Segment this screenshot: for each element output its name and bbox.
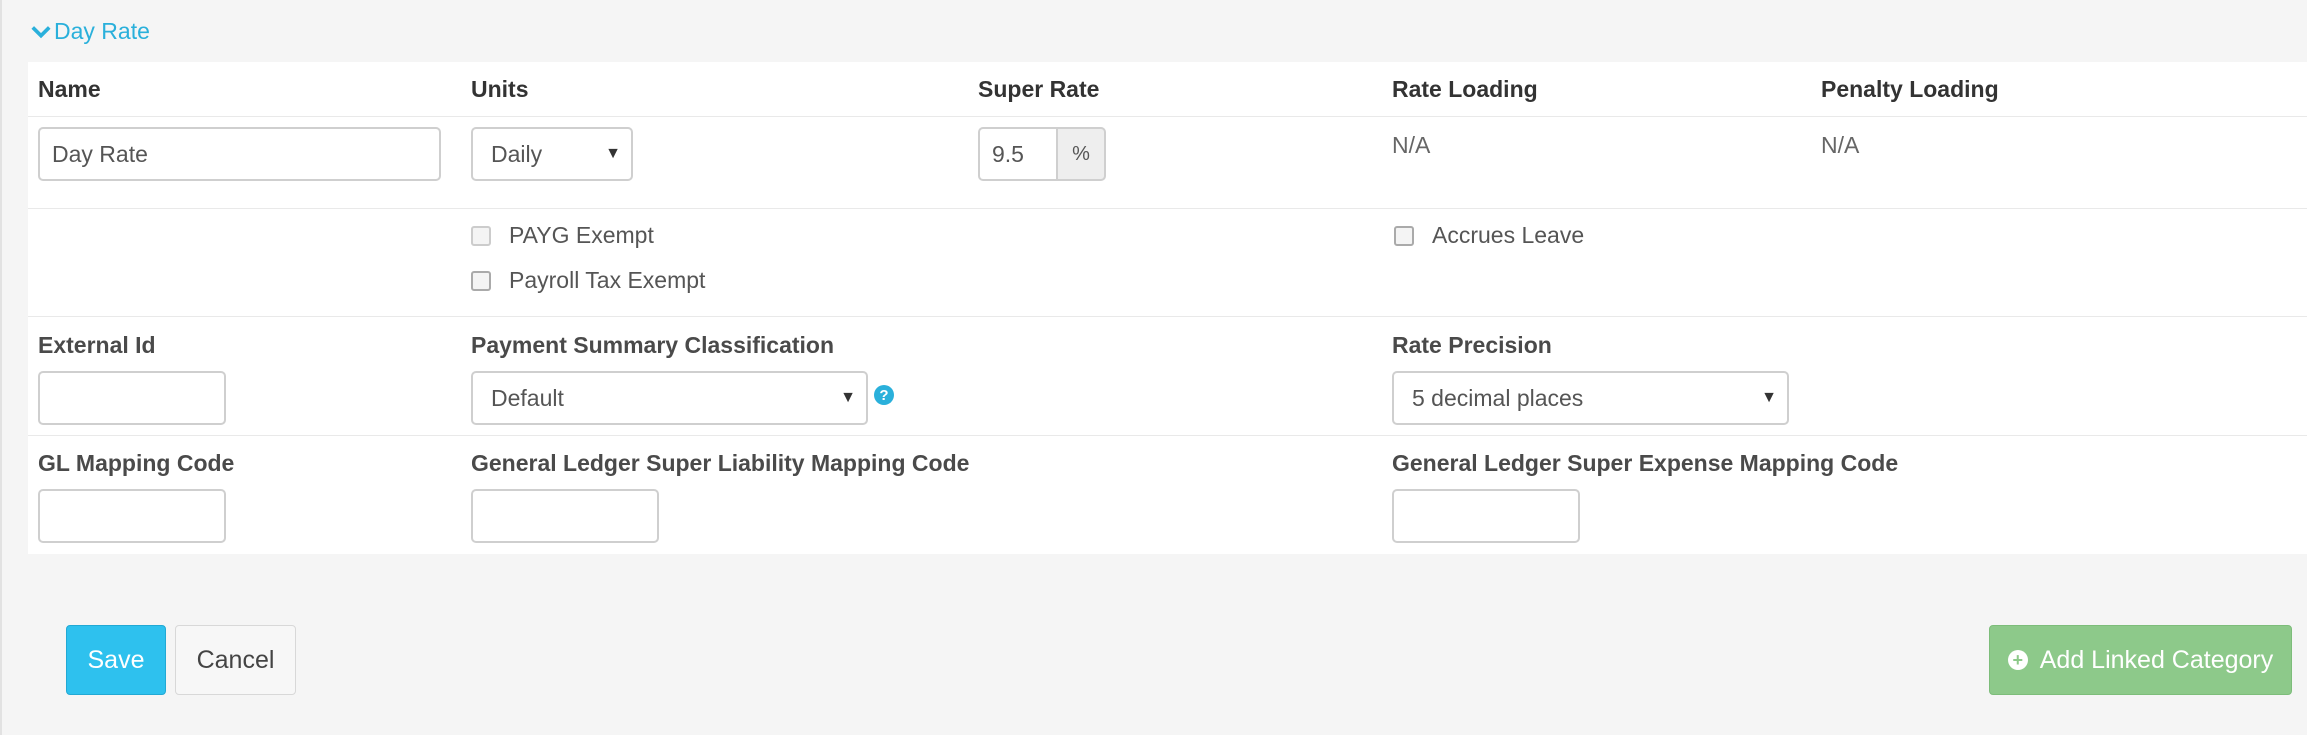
- divider: [28, 116, 2307, 117]
- dropdown-caret-icon: ▼: [1761, 389, 1777, 406]
- save-button[interactable]: Save: [66, 625, 166, 695]
- name-input[interactable]: [38, 127, 441, 181]
- rate-loading-value: N/A: [1392, 132, 1431, 158]
- payg-exempt-checkbox[interactable]: PAYG Exempt: [471, 222, 654, 249]
- accrues-leave-checkbox[interactable]: Accrues Leave: [1394, 222, 1584, 249]
- external-id-label: External Id: [38, 332, 156, 358]
- gl-super-expense-input[interactable]: [1392, 489, 1580, 543]
- payment-summary-selected-value: Default: [491, 384, 564, 411]
- accrues-leave-label: Accrues Leave: [1432, 222, 1585, 248]
- rate-precision-label: Rate Precision: [1392, 332, 1552, 358]
- percent-addon: %: [1056, 127, 1106, 181]
- section-toggle-day-rate[interactable]: Day Rate: [30, 18, 150, 45]
- gl-mapping-code-input[interactable]: [38, 489, 226, 543]
- gl-mapping-code-label: GL Mapping Code: [38, 450, 235, 476]
- add-linked-category-button[interactable]: + Add Linked Category: [1989, 625, 2292, 695]
- payg-exempt-label: PAYG Exempt: [509, 222, 654, 248]
- payroll-tax-exempt-checkbox[interactable]: Payroll Tax Exempt: [471, 267, 705, 294]
- divider: [28, 208, 2307, 209]
- checkbox-box: [471, 225, 491, 246]
- payment-summary-classification-label: Payment Summary Classification: [471, 332, 835, 358]
- rate-loading-column-header: Rate Loading: [1392, 76, 1538, 102]
- left-border: [0, 0, 2, 735]
- gl-super-liability-label: General Ledger Super Liability Mapping C…: [471, 450, 970, 476]
- plus-circle-icon: +: [2007, 650, 2028, 670]
- penalty-loading-column-header: Penalty Loading: [1821, 76, 1999, 102]
- payroll-tax-exempt-label: Payroll Tax Exempt: [509, 267, 706, 293]
- section-title: Day Rate: [54, 18, 150, 44]
- chevron-down-icon: [31, 25, 51, 38]
- checkbox-box: [1394, 225, 1414, 246]
- add-linked-category-label: Add Linked Category: [2039, 645, 2274, 674]
- units-column-header: Units: [471, 76, 529, 102]
- divider: [28, 316, 2307, 317]
- divider: [28, 435, 2307, 436]
- payment-summary-classification-select[interactable]: Default ▼: [471, 371, 868, 425]
- help-icon[interactable]: ?: [874, 385, 894, 405]
- dropdown-caret-icon: ▼: [605, 145, 621, 162]
- units-select[interactable]: Daily ▼: [471, 127, 633, 181]
- units-selected-value: Daily: [491, 140, 543, 167]
- external-id-input[interactable]: [38, 371, 226, 425]
- rate-precision-select[interactable]: 5 decimal places ▼: [1392, 371, 1789, 425]
- gl-super-liability-input[interactable]: [471, 489, 659, 543]
- cancel-button[interactable]: Cancel: [175, 625, 296, 695]
- dropdown-caret-icon: ▼: [840, 389, 856, 406]
- gl-super-expense-label: General Ledger Super Expense Mapping Cod…: [1392, 450, 1899, 476]
- super-rate-column-header: Super Rate: [978, 76, 1100, 102]
- super-rate-input-group: %: [978, 127, 1106, 181]
- checkbox-box: [471, 270, 491, 291]
- super-rate-input[interactable]: [978, 127, 1056, 181]
- rate-precision-selected-value: 5 decimal places: [1412, 384, 1584, 411]
- penalty-loading-value: N/A: [1821, 132, 1860, 158]
- pay-category-panel: Name Units Super Rate Rate Loading Penal…: [28, 62, 2307, 554]
- name-column-header: Name: [38, 76, 101, 102]
